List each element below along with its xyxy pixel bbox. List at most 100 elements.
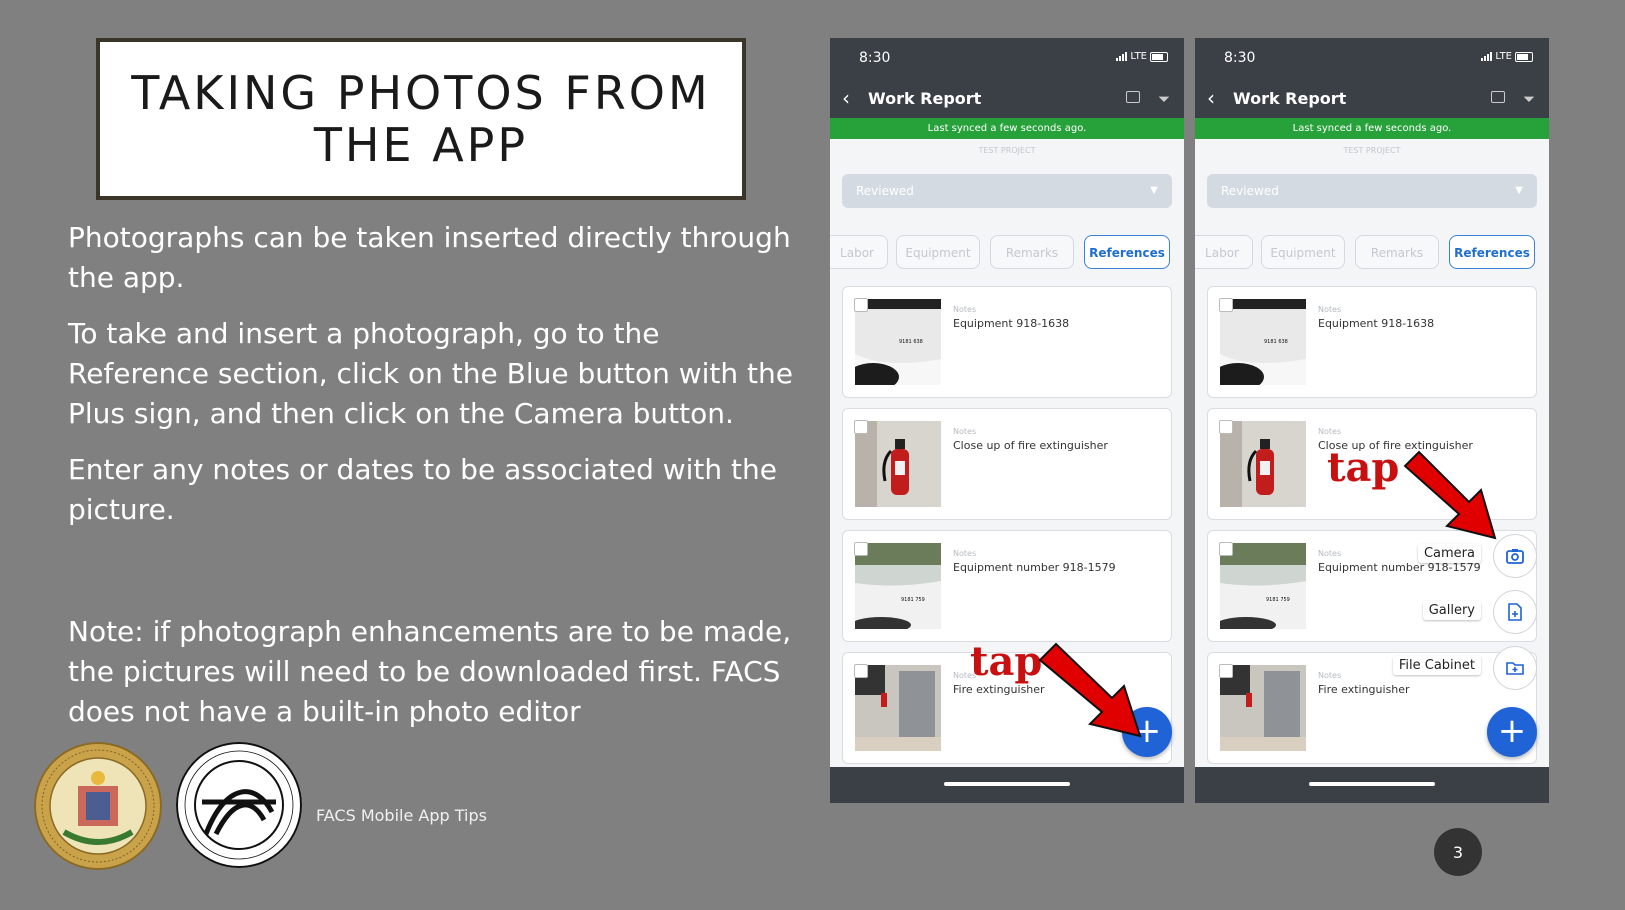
page-number: 3 [1434, 828, 1482, 876]
camera-label: Camera [1417, 544, 1481, 563]
phone-screen-2: 8:30 LTE ‹ Work Report ⏷ Last synced a f… [1195, 38, 1549, 803]
item-note: Equipment 918-1638 [1318, 317, 1435, 330]
item-checkbox[interactable] [1219, 542, 1233, 556]
folder-add-icon [1506, 662, 1524, 675]
tap-label: tap [970, 638, 1043, 685]
thumbnail-hallway-photo [1220, 665, 1306, 751]
plate-number: 9181 759 [901, 597, 925, 603]
tab-equipment[interactable]: Equipment [896, 235, 980, 269]
network-label: LTE [1495, 51, 1512, 62]
thumbnail-vehicle-photo: 9181 638 [855, 299, 941, 385]
notes-label: Notes [953, 305, 977, 314]
sync-banner: Last synced a few seconds ago. [830, 118, 1184, 139]
chevron-down-icon: ▼ [1515, 185, 1523, 196]
battery-icon [1150, 51, 1168, 62]
notes-label: Notes [953, 427, 977, 436]
notes-label: Notes [1318, 427, 1342, 436]
tap-label: tap [1327, 444, 1400, 491]
item-note: Close up of fire extinguisher [953, 439, 1108, 452]
network-status: LTE [1481, 51, 1533, 62]
sync-banner: Last synced a few seconds ago. [1195, 118, 1549, 139]
slide-body: Photographs can be taken inserted direct… [68, 218, 803, 546]
item-checkbox[interactable] [1219, 298, 1233, 312]
add-button[interactable]: + [1487, 707, 1537, 757]
print-icon[interactable] [1491, 91, 1505, 103]
slide-note: Note: if photograph enhancements are to … [68, 615, 792, 728]
camera-icon [1506, 549, 1524, 564]
tab-labor[interactable]: Labor [1195, 235, 1253, 269]
reference-item[interactable]: 9181 759 Notes Equipment number 918-1579 [1207, 530, 1537, 642]
paragraph-3: Enter any notes or dates to be associate… [68, 453, 778, 526]
footer-caption: FACS Mobile App Tips [316, 806, 487, 825]
status-bar: 8:30 LTE [1195, 38, 1549, 80]
red-arrow-icon [1038, 642, 1142, 738]
thumbnail-vehicle-photo: 9181 759 [1220, 543, 1306, 629]
back-icon[interactable]: ‹ [1207, 86, 1215, 110]
tab-references[interactable]: References [1084, 235, 1170, 269]
project-name: TEST PROJECT [978, 146, 1036, 155]
paragraph-1: Photographs can be taken inserted direct… [68, 221, 791, 294]
home-indicator [1195, 767, 1549, 803]
print-icon[interactable] [1126, 91, 1140, 103]
item-checkbox[interactable] [854, 420, 868, 434]
state-seal-logo [34, 742, 162, 870]
app-header: ‹ Work Report ⏷ [830, 80, 1184, 118]
item-checkbox[interactable] [854, 542, 868, 556]
battery-icon [1515, 51, 1533, 62]
item-checkbox[interactable] [1219, 664, 1233, 678]
slide-title-box: TAKING PHOTOS FROM THE APP [96, 38, 746, 200]
item-note: Fire extinguisher [1318, 683, 1410, 696]
notes-label: Notes [1318, 671, 1342, 680]
reference-item[interactable]: Notes Close up of fire extinguisher [842, 408, 1172, 520]
slide-title: TAKING PHOTOS FROM THE APP [131, 66, 711, 172]
reference-item[interactable]: 9181 638 Notes Equipment 918-1638 [1207, 286, 1537, 398]
dot-seal-logo [176, 742, 302, 868]
tab-equipment[interactable]: Equipment [1261, 235, 1345, 269]
reference-item[interactable]: 9181 759 Notes Equipment number 918-1579 [842, 530, 1172, 642]
home-indicator [830, 767, 1184, 803]
red-arrow-icon [1403, 450, 1497, 540]
status-select-value: Reviewed [856, 184, 914, 198]
screen-title: Work Report [868, 89, 982, 108]
tab-references[interactable]: References [1449, 235, 1535, 269]
reference-item[interactable]: Notes Fire extinguisher [1207, 652, 1537, 764]
signal-icon [1116, 52, 1128, 61]
thumbnail-vehicle-photo: 9181 759 [855, 543, 941, 629]
thumbnail-hallway-photo [855, 665, 941, 751]
app-header: ‹ Work Report ⏷ [1195, 80, 1549, 118]
notes-label: Notes [953, 549, 977, 558]
paragraph-2: To take and insert a photograph, go to t… [68, 317, 794, 430]
item-checkbox[interactable] [854, 664, 868, 678]
file-cabinet-label: File Cabinet [1392, 656, 1481, 675]
status-bar: 8:30 LTE [830, 38, 1184, 80]
status-select[interactable]: Reviewed ▼ [1207, 174, 1537, 208]
thumbnail-fire-extinguisher-photo [1220, 421, 1306, 507]
thumbnail-fire-extinguisher-photo [855, 421, 941, 507]
network-status: LTE [1116, 51, 1168, 62]
network-label: LTE [1130, 51, 1147, 62]
tab-remarks[interactable]: Remarks [1355, 235, 1439, 269]
screen-title: Work Report [1233, 89, 1347, 108]
chevron-down-icon: ▼ [1150, 185, 1158, 196]
item-note: Equipment 918-1638 [953, 317, 1070, 330]
item-note: Equipment number 918-1579 [953, 561, 1116, 574]
back-icon[interactable]: ‹ [842, 86, 850, 110]
status-select[interactable]: Reviewed ▼ [842, 174, 1172, 208]
gallery-label: Gallery [1422, 601, 1481, 620]
filter-icon[interactable]: ⏷ [1523, 90, 1535, 108]
plate-number: 9181 638 [899, 339, 923, 345]
notes-label: Notes [1318, 305, 1342, 314]
clock: 8:30 [1224, 50, 1256, 66]
file-cabinet-button[interactable] [1493, 646, 1537, 690]
phone-screen-1: 8:30 LTE ‹ Work Report ⏷ Last synced a f… [830, 38, 1184, 803]
filter-icon[interactable]: ⏷ [1158, 90, 1170, 108]
tab-remarks[interactable]: Remarks [990, 235, 1074, 269]
gallery-button[interactable] [1493, 590, 1537, 634]
item-checkbox[interactable] [1219, 420, 1233, 434]
tab-labor[interactable]: Labor [830, 235, 888, 269]
reference-item[interactable]: 9181 638 Notes Equipment 918-1638 [842, 286, 1172, 398]
clock: 8:30 [859, 50, 891, 66]
item-checkbox[interactable] [854, 298, 868, 312]
plate-number: 9181 759 [1266, 597, 1290, 603]
plate-number: 9181 638 [1264, 339, 1288, 345]
